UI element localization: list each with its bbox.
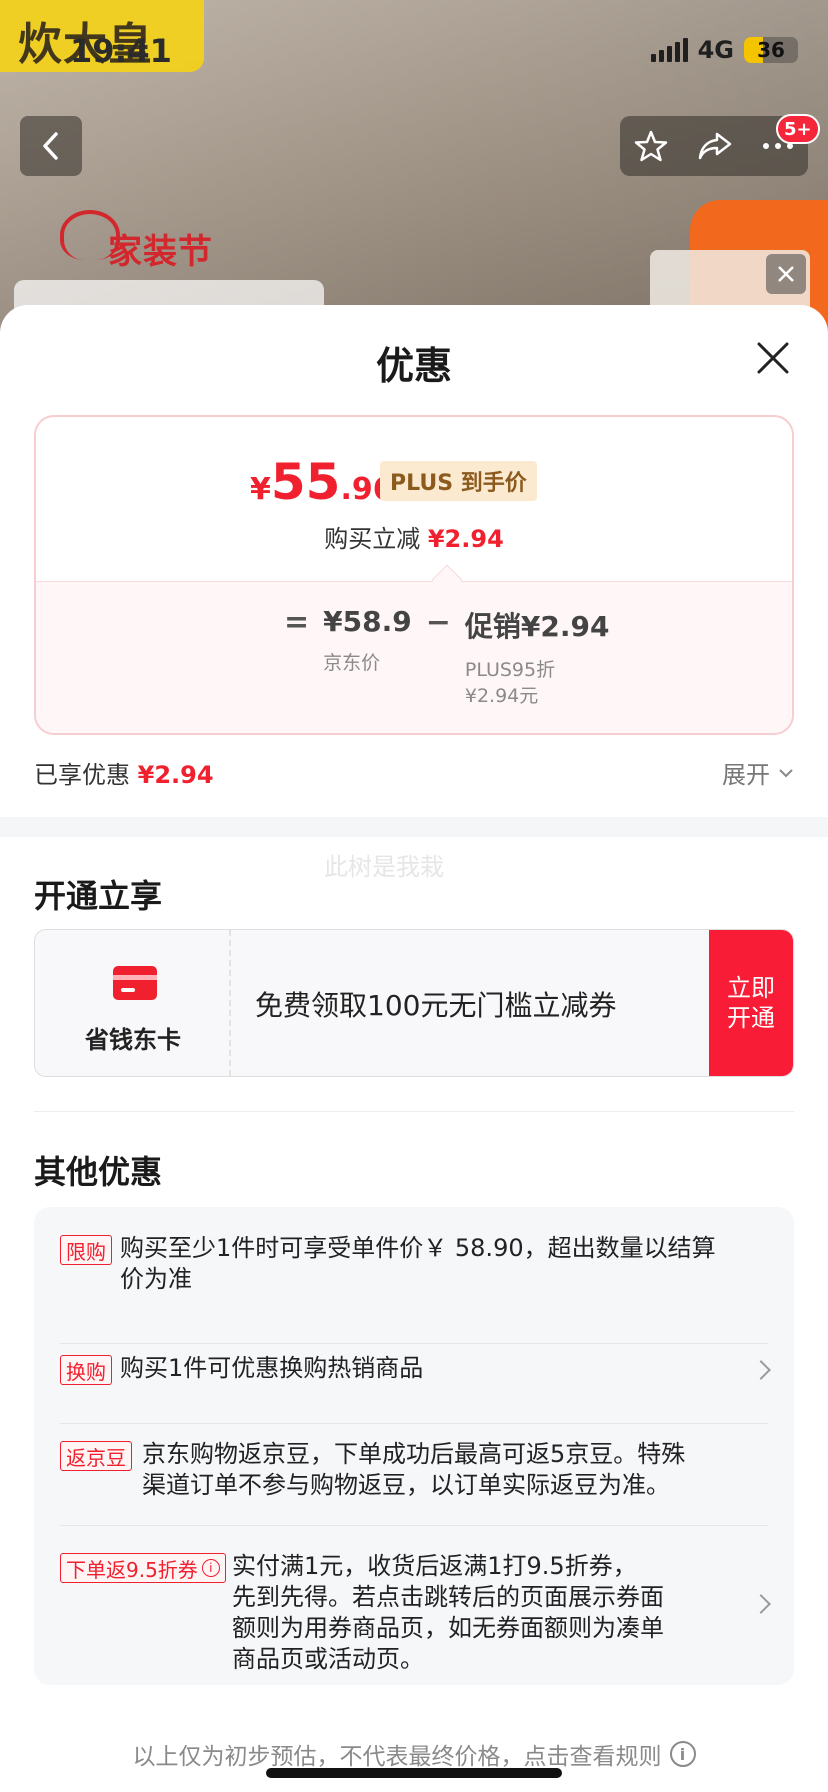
card-offer-left: 省钱东卡 (35, 930, 231, 1076)
jd-price-label: 京东价 (323, 652, 381, 674)
discount-sheet: 优惠 ¥ 55 .96 PLUS 到手价 购买立减 ¥2.94 = ¥58.9 … (0, 305, 828, 1792)
promo-discount-detail-1: PLUS95折 (464, 659, 556, 681)
status-time: 19:41 (70, 32, 172, 70)
card-name: 省钱东卡 (85, 1026, 181, 1054)
chevron-right-icon (751, 1594, 771, 1614)
offer-text: 购买至少1件时可享受单件价￥ 58.90，超出数量以结算 价为准 (120, 1233, 716, 1295)
final-price-symbol: ¥ (250, 472, 271, 507)
offer-text-line: 商品页或活动页。 (232, 1645, 424, 1673)
offer-row-exchange[interactable]: 换购 购买1件可优惠换购热销商品 (60, 1353, 771, 1424)
open-section-title: 开通立享 (34, 877, 163, 915)
offer-text: 京东购物返京豆，下单成功后最高可返5京豆。特殊 渠道订单不参与购物返豆，以订单实… (142, 1439, 685, 1501)
notification-badge: 5+ (776, 114, 820, 144)
network-label: 4G (697, 36, 734, 64)
enjoyed-discount-label: 已享优惠 (34, 761, 130, 789)
offer-tag: 限购 (60, 1235, 112, 1265)
back-button[interactable] (20, 116, 82, 176)
promo-discount-detail-2: ¥2.94元 (464, 685, 539, 707)
offer-tag: 返京豆 (60, 1441, 132, 1471)
share-icon[interactable] (697, 130, 733, 162)
info-icon: i (669, 1741, 696, 1767)
minus-sign: − (425, 605, 451, 640)
promo-discount: 促销¥2.94 PLUS95折 ¥2.94元 (465, 605, 610, 709)
chevron-down-icon (779, 768, 793, 777)
enjoyed-discount: 已享优惠 ¥2.94 (34, 755, 214, 790)
row-separator (60, 1423, 768, 1424)
promo-logo: 家装节 (60, 210, 240, 272)
card-description: 免费领取100元无门槛立减券 (255, 989, 617, 1022)
signal-icon (650, 38, 688, 62)
promo-logo-text: 家装节 (108, 232, 213, 272)
footer-note-text: 以上仅为初步预估，不代表最终价格，点击查看规则 (132, 1744, 662, 1770)
background-page: 炊大皇 19:41 4G 36 5+ 家装节 (0, 0, 828, 340)
offer-text-line: 京东购物返京豆，下单成功后最高可返5京豆。特殊 (142, 1440, 686, 1468)
rules-link[interactable]: 以上仅为初步预估，不代表最终价格，点击查看规则 i (0, 1737, 828, 1771)
equals-sign: = (284, 605, 310, 640)
open-now-button[interactable]: 立即开通 (709, 930, 793, 1076)
offer-row-beans: 返京豆 京东购物返京豆，下单成功后最高可返5京豆。特殊 渠道订单不参与购物返豆，… (60, 1439, 768, 1526)
offer-tag: 下单返9.5折券 i (60, 1553, 226, 1583)
offer-text-line: 先到先得。若点击跳转后的页面展示券面 (232, 1583, 664, 1611)
status-icons: 4G 36 (650, 36, 798, 64)
promo-discount-value: 促销¥2.94 (464, 610, 610, 643)
offer-tag: 换购 (60, 1355, 112, 1385)
card-icon (113, 966, 157, 1000)
other-section-title: 其他优惠 (34, 1153, 163, 1191)
offer-text-line: 额则为用券商品页，如无券面额则为凑单 (232, 1614, 664, 1642)
final-price-integer: 55 (270, 453, 341, 511)
sheet-close-button[interactable] (754, 339, 792, 377)
expand-label: 展开 (722, 761, 770, 789)
offer-row-limit: 限购 购买至少1件时可享受单件价￥ 58.90，超出数量以结算 价为准 (60, 1233, 768, 1344)
info-icon: i (201, 1559, 220, 1577)
instant-reduce-value: ¥2.94 (427, 525, 504, 553)
price-formula: = ¥58.9 京东价 − 促销¥2.94 PLUS95折 ¥2.94元 (270, 605, 609, 709)
jd-price: ¥58.9 京东价 (323, 605, 412, 676)
membership-card-offer[interactable]: 省钱东卡 免费领取100元无门槛立减券 立即开通 (34, 929, 794, 1077)
instant-reduce-label: 购买立减 (324, 525, 421, 553)
watermark-text: 此树是我栽 (324, 853, 444, 881)
offer-row-coupon[interactable]: 下单返9.5折券 i 实付满1元，收货后返满1打9.5折券， 先到先得。若点击跳… (60, 1551, 771, 1675)
instant-reduce-line: 购买立减 ¥2.94 (36, 519, 792, 554)
row-separator (60, 1343, 768, 1344)
row-separator (60, 1525, 768, 1526)
expand-button[interactable]: 展开 (722, 755, 794, 790)
price-card: ¥ 55 .96 PLUS 到手价 购买立减 ¥2.94 = ¥58.9 京东价… (34, 415, 794, 735)
offer-tag-label: 下单返9.5折券 (66, 1557, 198, 1582)
chevron-right-icon (751, 1360, 771, 1380)
offer-text-line: 购买至少1件时可享受单件价￥ 58.90，超出数量以结算 (120, 1234, 716, 1262)
final-price: ¥ 55 .96 (250, 453, 394, 511)
battery-label: 36 (757, 38, 785, 62)
offer-text-line: 渠道订单不参与购物返豆，以订单实际返豆为准。 (142, 1471, 670, 1499)
back-icon (43, 132, 58, 160)
offer-text-line: 购买1件可优惠换购热销商品 (120, 1354, 424, 1382)
offer-text-line: 实付满1元，收货后返满1打9.5折券， (232, 1552, 637, 1580)
close-icon (778, 266, 794, 282)
floating-ad-close-button[interactable] (766, 254, 806, 294)
other-offers-list: 限购 购买至少1件时可享受单件价￥ 58.90，超出数量以结算 价为准 换购 购… (34, 1207, 794, 1685)
star-icon[interactable] (634, 129, 668, 163)
offer-text: 实付满1元，收货后返满1打9.5折券， 先到先得。若点击跳转后的页面展示券面 额… (232, 1551, 664, 1675)
home-indicator[interactable] (266, 1768, 562, 1778)
offer-text-line: 价为准 (120, 1265, 192, 1293)
jd-price-value: ¥58.9 (323, 605, 412, 638)
section-divider (0, 817, 828, 837)
plus-price-tag: PLUS 到手价 (380, 461, 537, 501)
sheet-title: 优惠 (375, 344, 452, 388)
battery-icon: 36 (744, 37, 798, 63)
divider-line (34, 1111, 794, 1112)
enjoyed-discount-value: ¥2.94 (137, 761, 214, 789)
